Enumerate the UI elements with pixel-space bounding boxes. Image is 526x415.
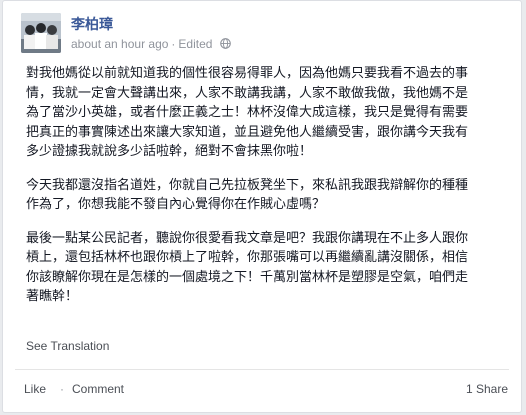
post-body: 對我他媽從以前就知道我的個性很容易得罪人，因為他媽只要我看不過去的事 情，我就一… [26, 64, 514, 321]
post-paragraph: 今天我都還沒指名道姓，你就自己先拉板凳坐下，來私訊我跟我辯解你的種種 作為了，你… [26, 177, 469, 213]
action-separator: · [60, 382, 64, 396]
post-meta: about an hour ago · Edited [71, 36, 231, 51]
globe-icon[interactable] [219, 38, 231, 50]
post-card: 李柏璋 about an hour ago · Edited 對我他媽從以前就知道我… [2, 0, 522, 413]
see-translation-link[interactable]: See Translation [26, 339, 109, 353]
post-paragraph: 最後一點某公民記者，聽說你很愛看我文章是吧？我跟你講現在不止多人跟你 槓上，還包… [26, 230, 469, 305]
action-divider [15, 369, 509, 370]
comment-button[interactable]: Comment [72, 382, 124, 396]
action-bar: Like · Comment 1 Share [3, 376, 521, 406]
share-count-link[interactable]: 1 Share [466, 382, 508, 396]
author-name[interactable]: 李柏璋 [71, 14, 113, 34]
like-button[interactable]: Like [24, 382, 46, 396]
profile-photo-icon [21, 13, 61, 53]
avatar[interactable] [21, 13, 61, 53]
meta-separator: · [171, 36, 176, 51]
edited-label[interactable]: Edited [178, 37, 212, 51]
post-timestamp[interactable]: about an hour ago [71, 37, 168, 51]
post-paragraph: 對我他媽從以前就知道我的個性很容易得罪人，因為他媽只要我看不過去的事 情，我就一… [26, 66, 469, 159]
